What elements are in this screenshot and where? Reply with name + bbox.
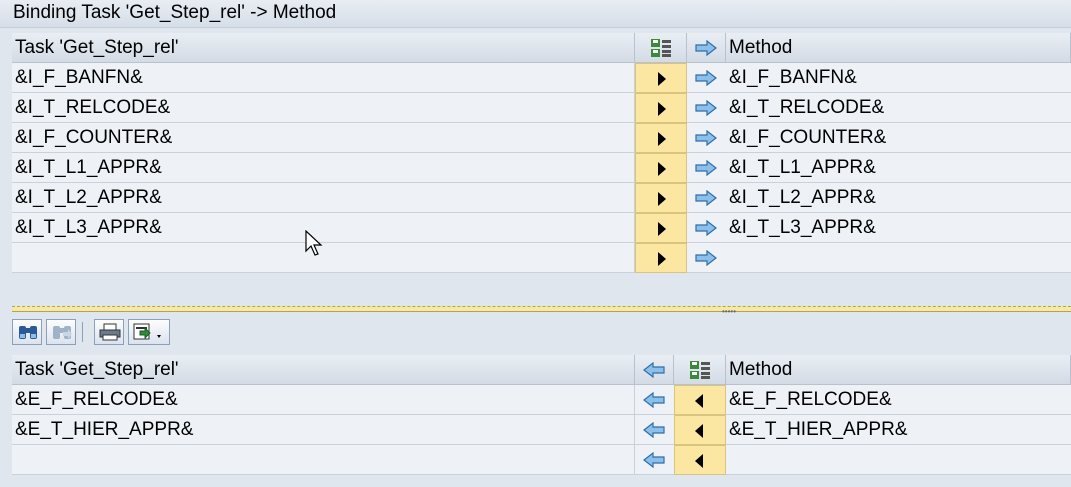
task-cell[interactable]: &E_T_HIER_APPR& [12,415,635,445]
binoculars-icon [19,326,37,339]
arrow-right-icon [695,70,717,86]
triangle-left-icon [695,394,703,408]
table-row: &E_F_RELCODE& &E_F_RELCODE& [12,385,1071,415]
table-row: &I_T_L1_APPR& &I_T_L1_APPR& [12,153,1071,183]
arrow-right-icon [695,220,717,236]
window-title-bar: Binding Task 'Get_Step_rel' -> Method [0,0,1071,28]
arrow-right-icon [695,190,717,206]
arrow-right-icon [695,160,717,176]
table-row: &I_T_L2_APPR& &I_T_L2_APPR& [12,183,1071,213]
lower-mid-header[interactable] [674,355,726,385]
assign-right-button[interactable] [635,183,687,213]
assign-right-button[interactable] [635,153,687,183]
triangle-right-icon [658,192,666,206]
table-row: &I_F_COUNTER& &I_F_COUNTER& [12,123,1071,153]
triangle-left-icon [695,424,703,438]
method-cell[interactable]: &E_F_RELCODE& [726,385,1071,415]
table-row [12,243,1071,273]
method-cell[interactable]: &I_F_BANFN& [726,63,1071,93]
lower-method-column-header[interactable]: Method [726,355,1071,385]
arrow-right-icon [695,40,717,56]
assign-right-button[interactable] [635,123,687,153]
triangle-left-icon [695,454,703,468]
find-button[interactable] [12,319,42,345]
arrow-cell [635,385,674,415]
arrow-right-icon [695,130,717,146]
lower-task-column-header[interactable]: Task 'Get_Step_rel' [12,355,635,385]
window-title: Binding Task 'Get_Step_rel' -> Method [13,2,337,23]
lower-toolbar [12,317,1071,347]
upper-arrow-header [687,33,726,63]
arrow-left-icon [643,362,665,378]
floppy-grid-icon [651,39,671,57]
arrow-cell [687,153,726,183]
method-cell[interactable]: &I_T_L2_APPR& [726,183,1071,213]
arrow-cell [687,123,726,153]
splitter-grip-icon: ••••• [722,307,737,316]
mouse-cursor-icon [305,230,323,256]
method-cell[interactable]: &I_T_L1_APPR& [726,153,1071,183]
assign-right-button[interactable] [635,93,687,123]
splitter-bar[interactable]: ••••• [12,306,1071,316]
method-cell[interactable] [726,445,1071,475]
task-cell[interactable]: &I_F_COUNTER& [12,123,635,153]
task-cell[interactable]: &E_F_RELCODE& [12,385,635,415]
upper-mid-header[interactable] [635,33,687,63]
toolbar-separator [82,322,83,342]
method-cell[interactable] [726,243,1071,273]
arrow-left-icon [643,422,665,438]
arrow-cell [687,213,726,243]
upper-header-row: Task 'Get_Step_rel' Method [12,33,1071,63]
arrow-right-icon [695,100,717,116]
table-row: &E_T_HIER_APPR& &E_T_HIER_APPR& [12,415,1071,445]
triangle-right-icon [658,72,666,86]
task-cell[interactable]: &I_F_BANFN& [12,63,635,93]
arrow-cell [687,183,726,213]
table-row: &I_T_RELCODE& &I_T_RELCODE& [12,93,1071,123]
arrow-right-icon [695,250,717,266]
arrow-cell [687,243,726,273]
arrow-cell [687,93,726,123]
table-row: &I_F_BANFN& &I_F_BANFN& [12,63,1071,93]
arrow-left-icon [643,392,665,408]
table-row [12,445,1071,475]
task-cell[interactable]: &I_T_RELCODE& [12,93,635,123]
method-cell[interactable]: &I_T_L3_APPR& [726,213,1071,243]
arrow-cell [635,445,674,475]
triangle-right-icon [658,132,666,146]
task-cell[interactable]: &I_T_L2_APPR& [12,183,635,213]
upper-method-column-header[interactable]: Method [726,33,1071,63]
method-cell[interactable]: &I_T_RELCODE& [726,93,1071,123]
lower-arrow-header [635,355,674,385]
method-cell[interactable]: &E_T_HIER_APPR& [726,415,1071,445]
floppy-grid-icon [690,361,710,379]
binoculars-next-icon [53,326,72,339]
triangle-right-icon [658,102,666,116]
arrow-cell [635,415,674,445]
task-cell[interactable] [12,445,635,475]
task-cell[interactable]: &I_T_L1_APPR& [12,153,635,183]
table-row: &I_T_L3_APPR& &I_T_L3_APPR& [12,213,1071,243]
export-button[interactable] [128,319,170,345]
method-cell[interactable]: &I_F_COUNTER& [726,123,1071,153]
assign-right-button[interactable] [635,63,687,93]
printer-icon [99,323,121,341]
assign-left-button[interactable] [674,385,726,415]
triangle-right-icon [658,162,666,176]
triangle-right-icon [658,252,666,266]
assign-right-button[interactable] [635,213,687,243]
export-icon [133,323,161,340]
assign-right-button[interactable] [635,243,687,273]
arrow-left-icon [643,452,665,468]
lower-header-row: Task 'Get_Step_rel' Method [12,355,1071,385]
upper-task-column-header[interactable]: Task 'Get_Step_rel' [12,33,635,63]
print-button[interactable] [94,319,124,345]
assign-left-button[interactable] [674,415,726,445]
find-next-button[interactable] [46,319,76,345]
arrow-cell [687,63,726,93]
assign-left-button[interactable] [674,445,726,475]
triangle-right-icon [658,222,666,236]
